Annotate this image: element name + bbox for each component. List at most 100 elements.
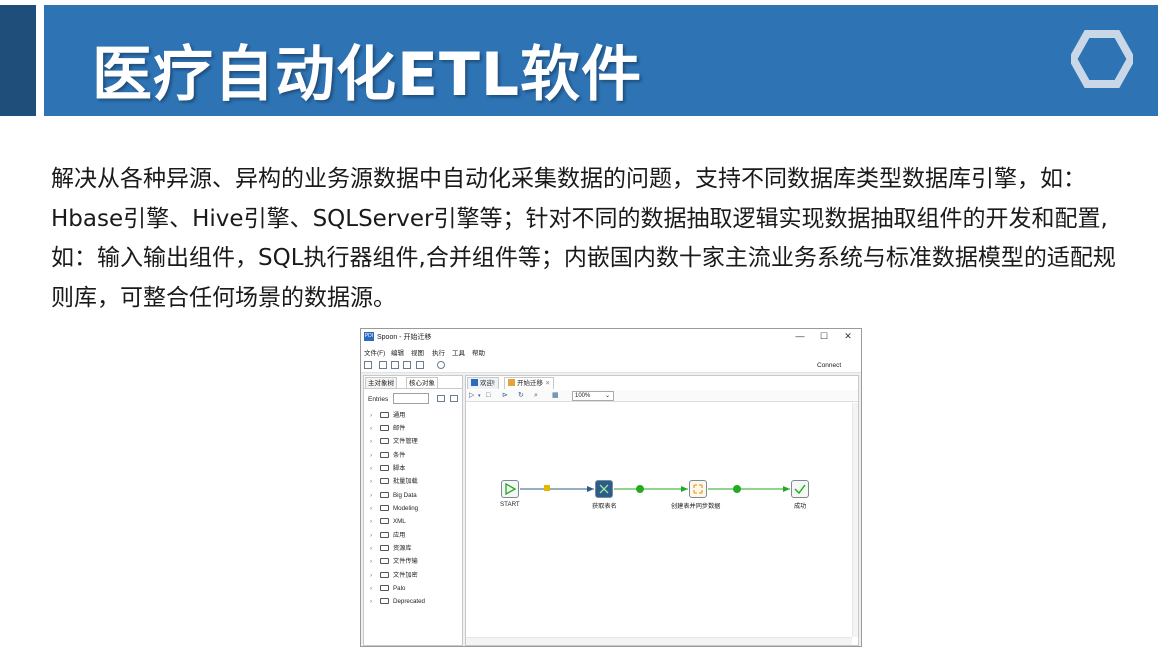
- horizontal-scrollbar[interactable]: [466, 637, 852, 645]
- minimize-button[interactable]: —: [789, 330, 811, 343]
- step-start[interactable]: [501, 480, 519, 498]
- chevron-right-icon: ›: [370, 518, 373, 525]
- explore-repo-icon[interactable]: [391, 361, 399, 369]
- tab-main-tree[interactable]: 主对象树: [365, 377, 397, 388]
- vertical-scrollbar[interactable]: [852, 403, 858, 637]
- tree-item[interactable]: › 文件管理: [370, 436, 462, 447]
- chevron-right-icon: ›: [370, 425, 373, 432]
- preview-icon[interactable]: ⊳: [502, 392, 508, 400]
- table-icon: [599, 484, 609, 494]
- maximize-button[interactable]: ☐: [813, 330, 835, 343]
- step-get-table-names[interactable]: [595, 480, 613, 498]
- chevron-right-icon: ›: [370, 585, 373, 592]
- tree-item-label: 条件: [393, 452, 406, 459]
- tree-item[interactable]: › 文件加密: [370, 570, 462, 581]
- tree-item-label: 通用: [393, 412, 406, 419]
- success-hop-icon: [636, 485, 644, 493]
- canvas-panel: 欢迎! 开始迁移 ✕ ▷ ▾ □ ⊳ ↻ ⌕ ▦ 100% ⌄ START 获取…: [465, 375, 859, 646]
- tree-item-label: 文件管理: [393, 438, 418, 445]
- step-start-label: START: [500, 501, 520, 508]
- chevron-right-icon: ›: [370, 438, 373, 445]
- chevron-right-icon: ›: [370, 412, 373, 419]
- welcome-icon: [471, 379, 478, 386]
- design-panel: 主对象树 核心对象 Entries › 通用 › 邮件 › 文件管理 › 条件 › 脚本 …: [363, 375, 463, 646]
- run-icon[interactable]: ▷: [469, 392, 474, 400]
- tab-start-migration-label: 开始迁移: [517, 380, 543, 387]
- tree-item[interactable]: › 资源库: [370, 543, 462, 554]
- tree-item[interactable]: › 批量加载: [370, 476, 462, 487]
- menu-file[interactable]: 文件(F): [364, 347, 385, 357]
- tree-item-label: 邮件: [393, 425, 406, 432]
- tree-item[interactable]: › Big Data: [370, 490, 462, 501]
- menu-bar: 文件(F) 编辑 视图 执行 工具 帮助: [361, 345, 861, 357]
- menu-view[interactable]: 视图: [411, 347, 424, 357]
- zoom-value: 100%: [575, 393, 591, 399]
- tab-close-icon[interactable]: ✕: [545, 380, 550, 387]
- check-icon: [794, 484, 806, 495]
- connect-button[interactable]: Connect: [817, 362, 841, 369]
- close-button[interactable]: ✕: [837, 330, 859, 343]
- play-icon: [505, 482, 517, 496]
- tree-item[interactable]: › Deprecated: [370, 596, 462, 607]
- tree-item[interactable]: › 通用: [370, 410, 462, 421]
- entries-search-input[interactable]: [393, 393, 429, 404]
- collapse-all-icon[interactable]: [450, 395, 458, 402]
- menu-help[interactable]: 帮助: [472, 347, 485, 357]
- tree-item-label: 文件传输: [393, 558, 418, 565]
- window-titlebar: PDI Spoon - 开始迁移 — ☐ ✕: [361, 329, 861, 345]
- step-create-and-sync[interactable]: [689, 480, 707, 498]
- stop-icon[interactable]: □: [486, 392, 490, 400]
- tab-start-migration[interactable]: 开始迁移 ✕: [504, 377, 555, 389]
- entries-label: Entries: [368, 396, 389, 403]
- chevron-right-icon: ›: [370, 558, 373, 565]
- expand-all-icon[interactable]: [437, 395, 445, 402]
- open-file-icon[interactable]: [379, 361, 387, 369]
- chevron-right-icon: ›: [370, 452, 373, 459]
- grid-icon[interactable]: ▦: [552, 392, 559, 400]
- tree-item[interactable]: › 邮件: [370, 423, 462, 434]
- zoom-select[interactable]: 100% ⌄: [572, 391, 614, 401]
- workflow-canvas[interactable]: START 获取表名 创建表并同步数据 成功: [466, 403, 852, 635]
- new-file-icon[interactable]: [364, 361, 372, 369]
- header-accent-bar: [0, 5, 36, 116]
- chevron-right-icon: ›: [370, 572, 373, 579]
- menu-tools[interactable]: 工具: [452, 347, 465, 357]
- hops-layer: [520, 485, 790, 493]
- menu-edit[interactable]: 编辑: [391, 347, 404, 357]
- tree-item[interactable]: › 应用: [370, 530, 462, 541]
- save-icon[interactable]: [403, 361, 411, 369]
- hop-arrow: [681, 486, 688, 492]
- tree-item-label: Modeling: [393, 505, 419, 512]
- folder-icon: [380, 532, 389, 538]
- step-success[interactable]: [791, 480, 809, 498]
- step-create-and-sync-label: 创建表并同步数据: [671, 503, 721, 510]
- run-dropdown-icon[interactable]: ▾: [478, 392, 481, 400]
- job-icon: [508, 379, 515, 386]
- tree-item[interactable]: › 脚本: [370, 463, 462, 474]
- tab-divider: [364, 388, 462, 389]
- tab-welcome-label: 欢迎!: [480, 380, 495, 387]
- save-as-icon[interactable]: [416, 361, 424, 369]
- folder-icon: [380, 585, 389, 591]
- tree-item[interactable]: › 条件: [370, 450, 462, 461]
- check-icon[interactable]: ⌕: [534, 392, 538, 400]
- tree-item[interactable]: › Palo: [370, 583, 462, 594]
- menu-run[interactable]: 执行: [432, 347, 445, 357]
- tree-item[interactable]: › XML: [370, 516, 462, 527]
- transform-icon: [693, 484, 703, 494]
- tree-item-label: Deprecated: [393, 598, 425, 605]
- step-get-table-names-label: 获取表名: [592, 503, 617, 510]
- replay-icon[interactable]: ↻: [518, 392, 524, 400]
- tab-welcome[interactable]: 欢迎!: [467, 377, 499, 389]
- tab-core-objects[interactable]: 核心对象: [406, 377, 438, 388]
- hexagon-logo-icon: [1071, 30, 1133, 88]
- folder-icon: [380, 505, 389, 511]
- tree-item[interactable]: › Modeling: [370, 503, 462, 514]
- lock-icon: [544, 485, 550, 491]
- chevron-right-icon: ›: [370, 532, 373, 539]
- chevron-right-icon: ›: [370, 492, 373, 499]
- tree-item[interactable]: › 文件传输: [370, 556, 462, 567]
- tree-item-label: Palo: [393, 585, 406, 592]
- slide-body-text: 解决从各种异源、异构的业务源数据中自动化采集数据的问题，支持不同数据库类型数据库…: [51, 166, 1116, 311]
- layers-icon[interactable]: [437, 361, 445, 369]
